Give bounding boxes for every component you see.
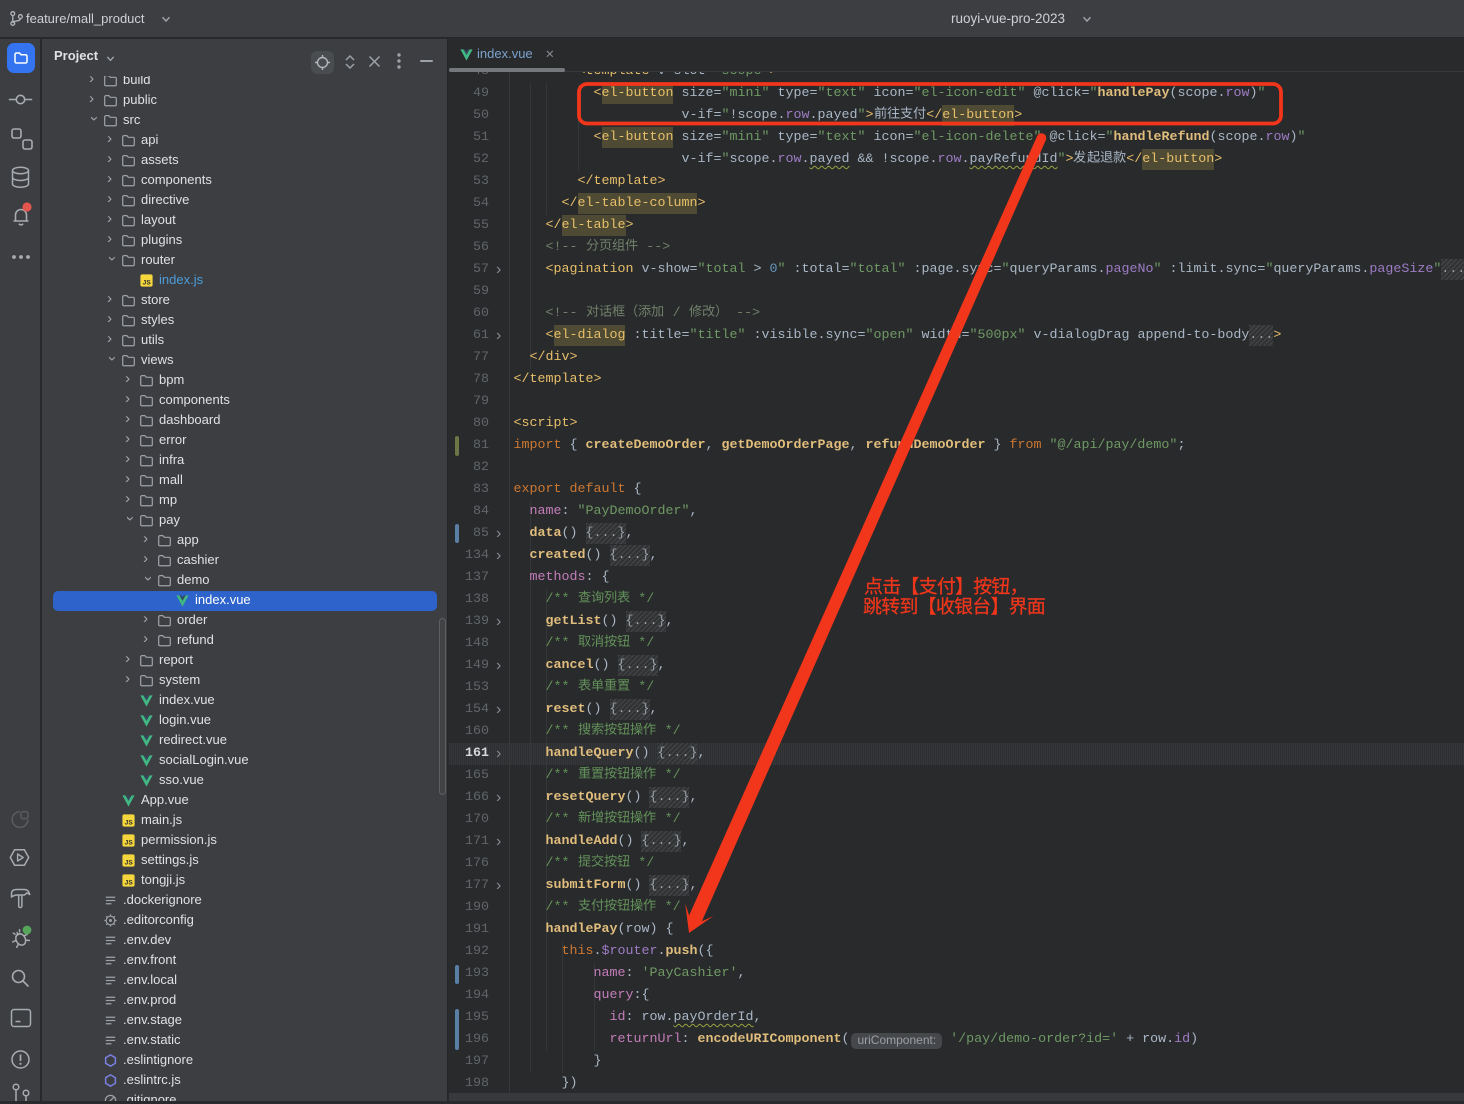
svg-text:JS: JS (125, 839, 134, 846)
svg-text:JS: JS (125, 879, 134, 886)
svg-text:JS: JS (125, 859, 134, 866)
svg-text:JS: JS (125, 819, 134, 826)
svg-text:JS: JS (143, 279, 152, 286)
